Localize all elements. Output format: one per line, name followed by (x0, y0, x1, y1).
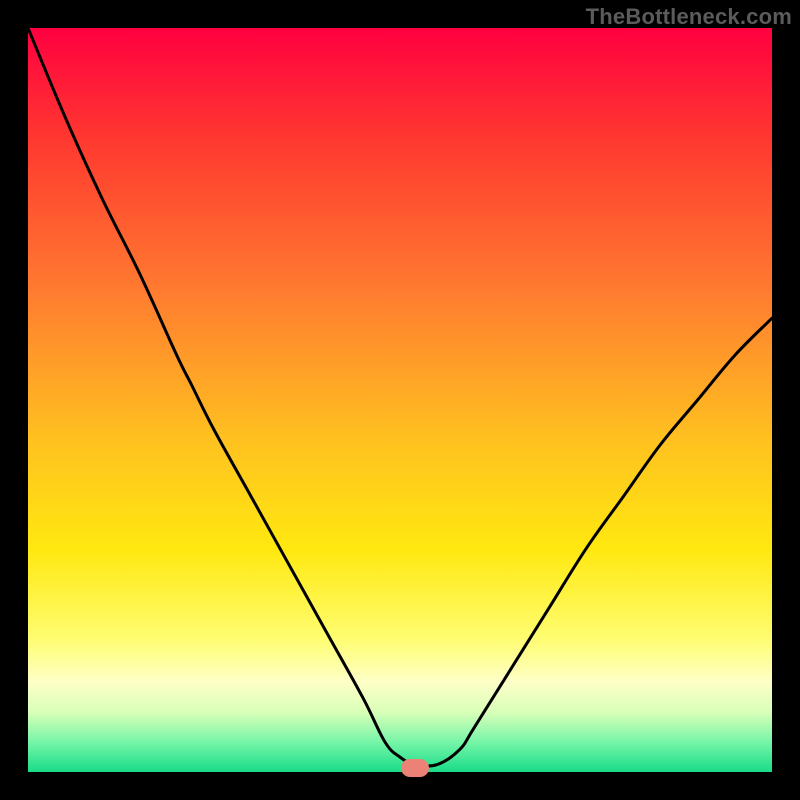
bottleneck-plot (28, 28, 772, 772)
optimal-point-marker (401, 759, 429, 777)
chart-frame: TheBottleneck.com (0, 0, 800, 800)
watermark-text: TheBottleneck.com (586, 4, 792, 30)
plot-background (28, 28, 772, 772)
